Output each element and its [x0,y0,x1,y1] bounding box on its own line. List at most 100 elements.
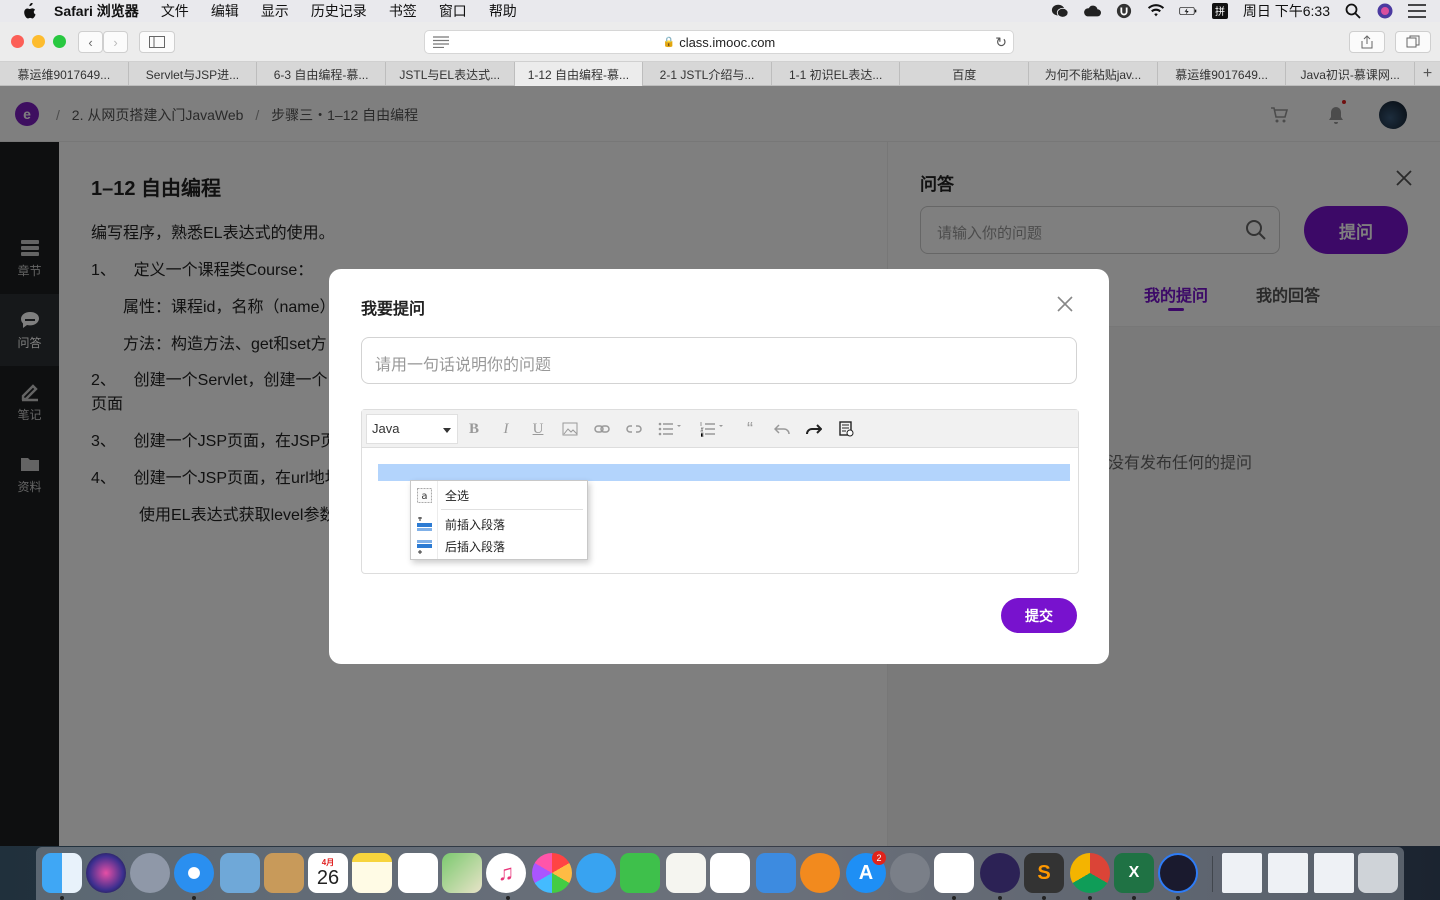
facetime-app-icon[interactable] [620,853,660,893]
reader-icon[interactable] [433,36,449,48]
ctx-insert-paragraph-before[interactable]: 前插入段落 [411,513,587,535]
messages-app-icon[interactable] [576,853,616,893]
bulleted-list-button[interactable] [656,419,684,439]
menu-view[interactable]: 显示 [261,1,289,21]
code-language-select[interactable]: Java [366,414,458,444]
dock: 4月 26 ♫ A S X [36,847,1404,900]
ctx-insert-paragraph-after[interactable]: 后插入段落 [411,535,587,557]
clear-format-icon [839,421,854,437]
browser-tab[interactable]: 1-1 初识EL表达... [772,62,901,86]
browser-tab[interactable]: 百度 [900,62,1030,86]
textedit-app-icon[interactable] [666,853,706,893]
menu-window[interactable]: 窗口 [439,1,467,21]
sublime-text-app-icon[interactable]: S [1024,853,1064,893]
contacts-app-icon[interactable] [264,853,304,893]
menu-history[interactable]: 历史记录 [311,1,367,21]
menu-help[interactable]: 帮助 [489,1,517,21]
spotlight-search-icon[interactable] [1344,3,1362,19]
insert-image-button[interactable] [560,419,580,439]
preview-app-icon[interactable] [220,853,260,893]
select-all-icon: a [417,488,432,503]
cloud-icon[interactable] [1083,3,1101,19]
trash-icon[interactable] [1358,853,1398,893]
notes-app-icon[interactable] [352,853,392,893]
browser-tab[interactable]: 慕运维9017649... [0,62,129,86]
redo-button[interactable] [804,419,824,439]
numbered-list-button[interactable] [698,419,726,439]
wechat-status-icon[interactable] [1051,3,1069,19]
launchpad-icon[interactable] [130,853,170,893]
safari-app-icon[interactable] [174,853,214,893]
keynote-app-icon[interactable] [756,853,796,893]
browser-tab[interactable]: Java初识-慕课网... [1286,62,1416,86]
browser-tab[interactable]: JSTL与EL表达式... [386,62,515,86]
ctx-label: 全选 [445,488,470,503]
wechat-app-icon[interactable] [934,853,974,893]
bold-button[interactable]: B [464,419,484,439]
browser-tab[interactable]: 为何不能粘贴jav... [1029,62,1158,86]
menu-edit[interactable]: 编辑 [211,1,239,21]
sidebar-toggle-button[interactable] [139,31,175,53]
close-window-button[interactable] [11,35,24,48]
reload-icon[interactable]: ↻ [995,34,1007,51]
photos-app-icon[interactable] [532,853,572,893]
underline-button[interactable]: U [528,419,548,439]
u-status-icon[interactable] [1115,3,1133,19]
music-app-icon[interactable]: ♫ [486,853,526,893]
apple-icon[interactable] [20,3,38,19]
browser-tab-bar: 慕运维9017649... Servlet与JSP进... 6-3 自由编程-慕… [0,62,1440,86]
share-button[interactable] [1349,31,1385,53]
italic-button[interactable]: I [496,419,516,439]
menu-file[interactable]: 文件 [161,1,189,21]
browser-tab[interactable]: 6-3 自由编程-慕... [257,62,386,86]
clear-format-button[interactable] [836,419,856,439]
wifi-icon[interactable] [1147,3,1165,19]
calendar-app-icon[interactable]: 4月 26 [308,853,348,893]
maps-app-icon[interactable] [442,853,482,893]
reminders-app-icon[interactable] [398,853,438,893]
unlink-button[interactable] [624,419,644,439]
insert-link-button[interactable] [592,419,612,439]
browser-tab[interactable]: Servlet与JSP进... [129,62,258,86]
eclipse-app-icon[interactable] [980,853,1020,893]
menubar-clock[interactable]: 周日 下午6:33 [1243,1,1330,21]
numbers-app-icon[interactable] [710,853,750,893]
notification-center-icon[interactable] [1408,3,1426,19]
document-thumbnail[interactable] [1268,853,1308,893]
document-thumbnail[interactable] [1222,853,1262,893]
rich-text-editor[interactable]: Java B I U “ a 全选 前插入段落 后插入段落 [361,409,1079,574]
video-player-app-icon[interactable] [1158,853,1198,893]
books-app-icon[interactable] [800,853,840,893]
battery-icon[interactable] [1179,3,1197,19]
browser-tab-active[interactable]: 1-12 自由编程-慕... [514,62,644,86]
menu-bookmarks[interactable]: 书签 [389,1,417,21]
selected-text-block[interactable] [378,464,1070,481]
siri-icon[interactable] [1376,3,1394,19]
undo-button[interactable] [772,419,792,439]
chrome-app-icon[interactable] [1070,853,1110,893]
forward-button[interactable]: › [103,31,128,53]
document-thumbnail[interactable] [1314,853,1354,893]
excel-app-icon[interactable]: X [1114,853,1154,893]
url-text[interactable]: class.imooc.com [679,35,775,50]
menu-app-name[interactable]: Safari 浏览器 [54,1,139,21]
blockquote-button[interactable]: “ [740,419,760,439]
system-preferences-icon[interactable] [890,853,930,893]
input-method-icon[interactable]: 拼 [1211,3,1229,19]
ask-question-modal: 我要提问 请用一句话说明你的问题 Java B I U “ a 全选 前插入段落… [329,269,1109,664]
close-icon[interactable] [1055,294,1075,314]
submit-button[interactable]: 提交 [1001,598,1077,633]
zoom-window-button[interactable] [53,35,66,48]
minimize-window-button[interactable] [32,35,45,48]
address-bar[interactable]: 🔒 class.imooc.com ↻ [424,30,1014,54]
question-title-input[interactable]: 请用一句话说明你的问题 [361,337,1077,384]
editor-context-menu: a 全选 前插入段落 后插入段落 [410,480,588,560]
ctx-select-all[interactable]: a 全选 [411,484,587,506]
browser-tab[interactable]: 慕运维9017649... [1158,62,1287,86]
siri-app-icon[interactable] [86,853,126,893]
back-button[interactable]: ‹ [78,31,103,53]
tab-overview-button[interactable] [1395,31,1431,53]
finder-icon[interactable] [42,853,82,893]
new-tab-button[interactable]: + [1415,62,1440,86]
browser-tab[interactable]: 2-1 JSTL介绍与... [643,62,772,86]
